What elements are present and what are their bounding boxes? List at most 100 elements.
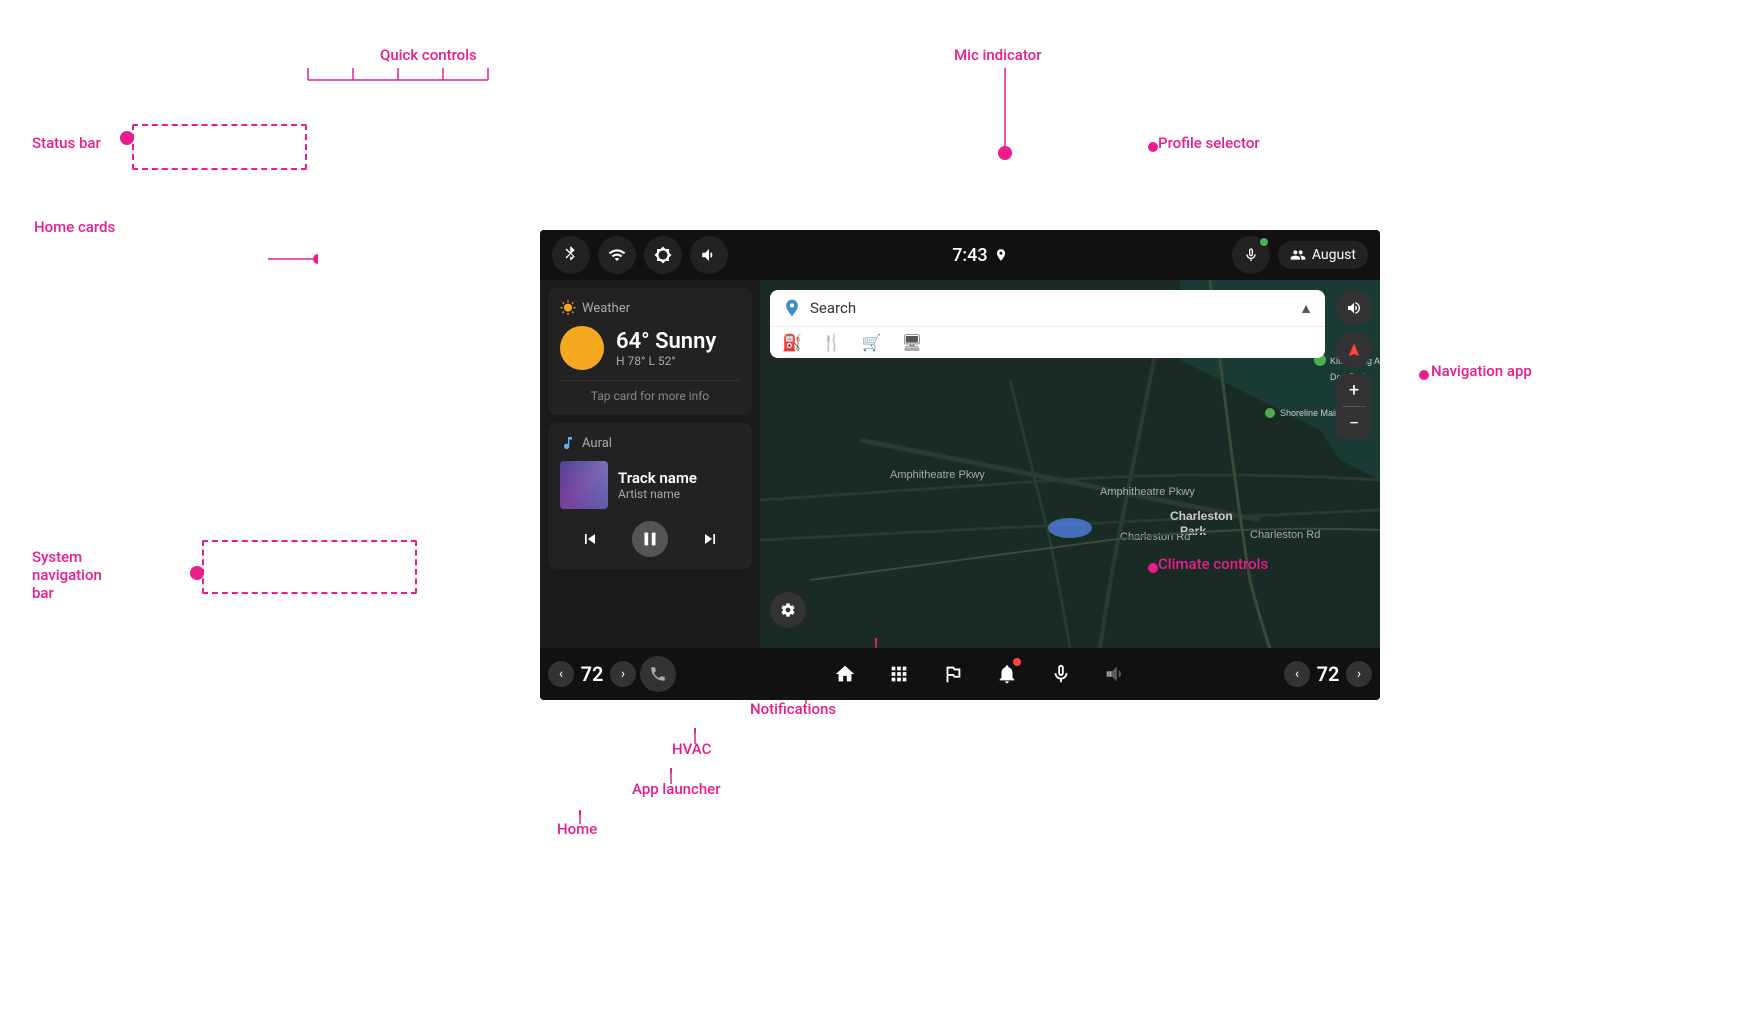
status-bar-center: 7:43 bbox=[952, 245, 1007, 266]
sound-waves-icon bbox=[1097, 656, 1133, 692]
profile-name: August bbox=[1312, 247, 1356, 263]
map-zoom-controls: + − bbox=[1336, 374, 1372, 439]
quick-controls-annotation: Quick controls bbox=[380, 46, 477, 64]
app-launcher-line bbox=[670, 768, 672, 784]
search-chevron-icon[interactable]: ▲ bbox=[1299, 300, 1313, 317]
weather-main: 64° Sunny H 78° L 52° bbox=[560, 326, 740, 370]
weather-card-header: Weather bbox=[560, 300, 740, 316]
hvac-annotation: HVAC bbox=[672, 740, 711, 758]
mic-indicator-line bbox=[1004, 68, 1006, 148]
app-launcher-annotation: App launcher bbox=[632, 780, 721, 798]
status-bar-left bbox=[552, 236, 728, 274]
home-annotation: Home bbox=[557, 820, 597, 838]
digital-assistant-button[interactable] bbox=[1043, 656, 1079, 692]
navigation-button[interactable] bbox=[1336, 332, 1372, 368]
weather-high-low: H 78° L 52° bbox=[616, 354, 716, 368]
time-display: 7:43 bbox=[952, 245, 987, 266]
notifications-button[interactable] bbox=[989, 656, 1025, 692]
pause-button[interactable] bbox=[632, 521, 668, 557]
svg-text:Amphitheatre Pkwy: Amphitheatre Pkwy bbox=[1100, 486, 1195, 498]
map-search: Search ▲ ⛽ 🍴 🛒 🖥 bbox=[770, 290, 1325, 358]
notifications-annotation: Notifications bbox=[750, 700, 836, 718]
search-bar[interactable]: Search ▲ bbox=[770, 290, 1325, 326]
temp-down-left-button[interactable]: ‹ bbox=[548, 661, 574, 687]
music-app-icon bbox=[560, 435, 576, 451]
temp-up-left-button[interactable]: › bbox=[610, 661, 636, 687]
music-card[interactable]: Aural Track name Artist name bbox=[548, 423, 752, 569]
music-app-name: Aural bbox=[582, 436, 612, 451]
car-ui: 7:43 August bbox=[540, 230, 1380, 700]
weather-card[interactable]: Weather 64° Sunny H 78° L 52° Tap card f… bbox=[548, 288, 752, 415]
app-launcher-button[interactable] bbox=[881, 656, 917, 692]
status-bar-dot bbox=[120, 131, 134, 145]
mic-indicator-annotation: Mic indicator bbox=[954, 46, 1042, 64]
temp-right-value: 72 bbox=[1314, 662, 1342, 686]
nav-center-icons bbox=[827, 656, 1133, 692]
temp-down-right-button[interactable]: ‹ bbox=[1284, 661, 1310, 687]
main-content: Weather 64° Sunny H 78° L 52° Tap card f… bbox=[540, 280, 1380, 648]
zoom-out-button[interactable]: − bbox=[1336, 407, 1372, 439]
system-nav-annotation: System navigation bar bbox=[32, 548, 102, 602]
track-artist: Artist name bbox=[618, 487, 740, 501]
weather-temperature: 64° Sunny bbox=[616, 329, 716, 354]
navigation-app-dot bbox=[1419, 370, 1429, 380]
home-button[interactable] bbox=[827, 656, 863, 692]
track-info: Track name Artist name bbox=[618, 469, 740, 501]
phone-button[interactable] bbox=[640, 656, 676, 692]
weather-icon bbox=[560, 300, 576, 316]
climate-left: ‹ 72 › bbox=[548, 656, 676, 692]
weather-title: Weather bbox=[582, 301, 630, 316]
system-nav-dot bbox=[190, 566, 204, 580]
zoom-in-button[interactable]: + bbox=[1336, 374, 1372, 406]
notification-badge bbox=[1013, 658, 1021, 666]
temp-left-value: 72 bbox=[578, 662, 606, 686]
home-cards-annotation: Home cards bbox=[34, 218, 115, 236]
volume-map-button[interactable] bbox=[1336, 290, 1372, 326]
map-settings[interactable] bbox=[770, 592, 806, 628]
next-button[interactable] bbox=[692, 521, 728, 557]
status-bar: 7:43 August bbox=[540, 230, 1380, 280]
profile-selector-annotation: Profile selector bbox=[1158, 134, 1260, 152]
mic-indicator-button[interactable] bbox=[1232, 236, 1270, 274]
sun-icon bbox=[560, 326, 604, 370]
search-input-text: Search bbox=[810, 299, 1291, 317]
music-track: Track name Artist name bbox=[560, 461, 740, 509]
settings-gear-button[interactable] bbox=[770, 592, 806, 628]
weather-info: 64° Sunny H 78° L 52° bbox=[616, 329, 716, 368]
svg-text:Charleston: Charleston bbox=[1170, 509, 1233, 523]
climate-controls-annotation: Climate controls bbox=[1158, 555, 1268, 573]
hvac-button[interactable] bbox=[935, 656, 971, 692]
map-right-controls: + − bbox=[1336, 290, 1372, 439]
location-icon bbox=[994, 246, 1008, 264]
svg-text:Charleston Rd: Charleston Rd bbox=[1250, 529, 1320, 541]
profile-selector-button[interactable]: August bbox=[1278, 241, 1368, 269]
status-bar-right: August bbox=[1232, 236, 1368, 274]
map-area[interactable]: Amphitheatre Pkwy Amphitheatre Pkwy Char… bbox=[760, 280, 1380, 648]
svg-text:Amphitheatre Pkwy: Amphitheatre Pkwy bbox=[890, 469, 985, 481]
volume-button[interactable] bbox=[690, 236, 728, 274]
mic-active-dot bbox=[1260, 238, 1268, 246]
hvac-line bbox=[694, 728, 696, 744]
maps-icon bbox=[782, 298, 802, 318]
gas-station-icon[interactable]: ⛽ bbox=[782, 333, 802, 352]
profile-selector-dot bbox=[1148, 142, 1158, 152]
music-controls bbox=[560, 521, 740, 557]
climate-controls-dot bbox=[1148, 563, 1158, 573]
climate-right: ‹ 72 › bbox=[1284, 661, 1372, 687]
signal-button[interactable] bbox=[598, 236, 636, 274]
prev-button[interactable] bbox=[572, 521, 608, 557]
home-cards-line bbox=[268, 254, 318, 264]
restaurant-icon[interactable]: 🍴 bbox=[822, 333, 842, 352]
weather-tap-hint: Tap card for more info bbox=[560, 380, 740, 403]
brightness-button[interactable] bbox=[644, 236, 682, 274]
mic-indicator-dot bbox=[998, 146, 1012, 160]
left-panel: Weather 64° Sunny H 78° L 52° Tap card f… bbox=[540, 280, 760, 648]
track-name: Track name bbox=[618, 469, 740, 487]
status-bar-annotation: Status bar bbox=[32, 134, 101, 152]
parking-icon[interactable]: 🖥 bbox=[902, 333, 922, 352]
bluetooth-button[interactable] bbox=[552, 236, 590, 274]
system-navigation-bar: ‹ 72 › bbox=[540, 648, 1380, 700]
music-card-header: Aural bbox=[560, 435, 740, 451]
temp-up-right-button[interactable]: › bbox=[1346, 661, 1372, 687]
shopping-icon[interactable]: 🛒 bbox=[862, 333, 882, 352]
